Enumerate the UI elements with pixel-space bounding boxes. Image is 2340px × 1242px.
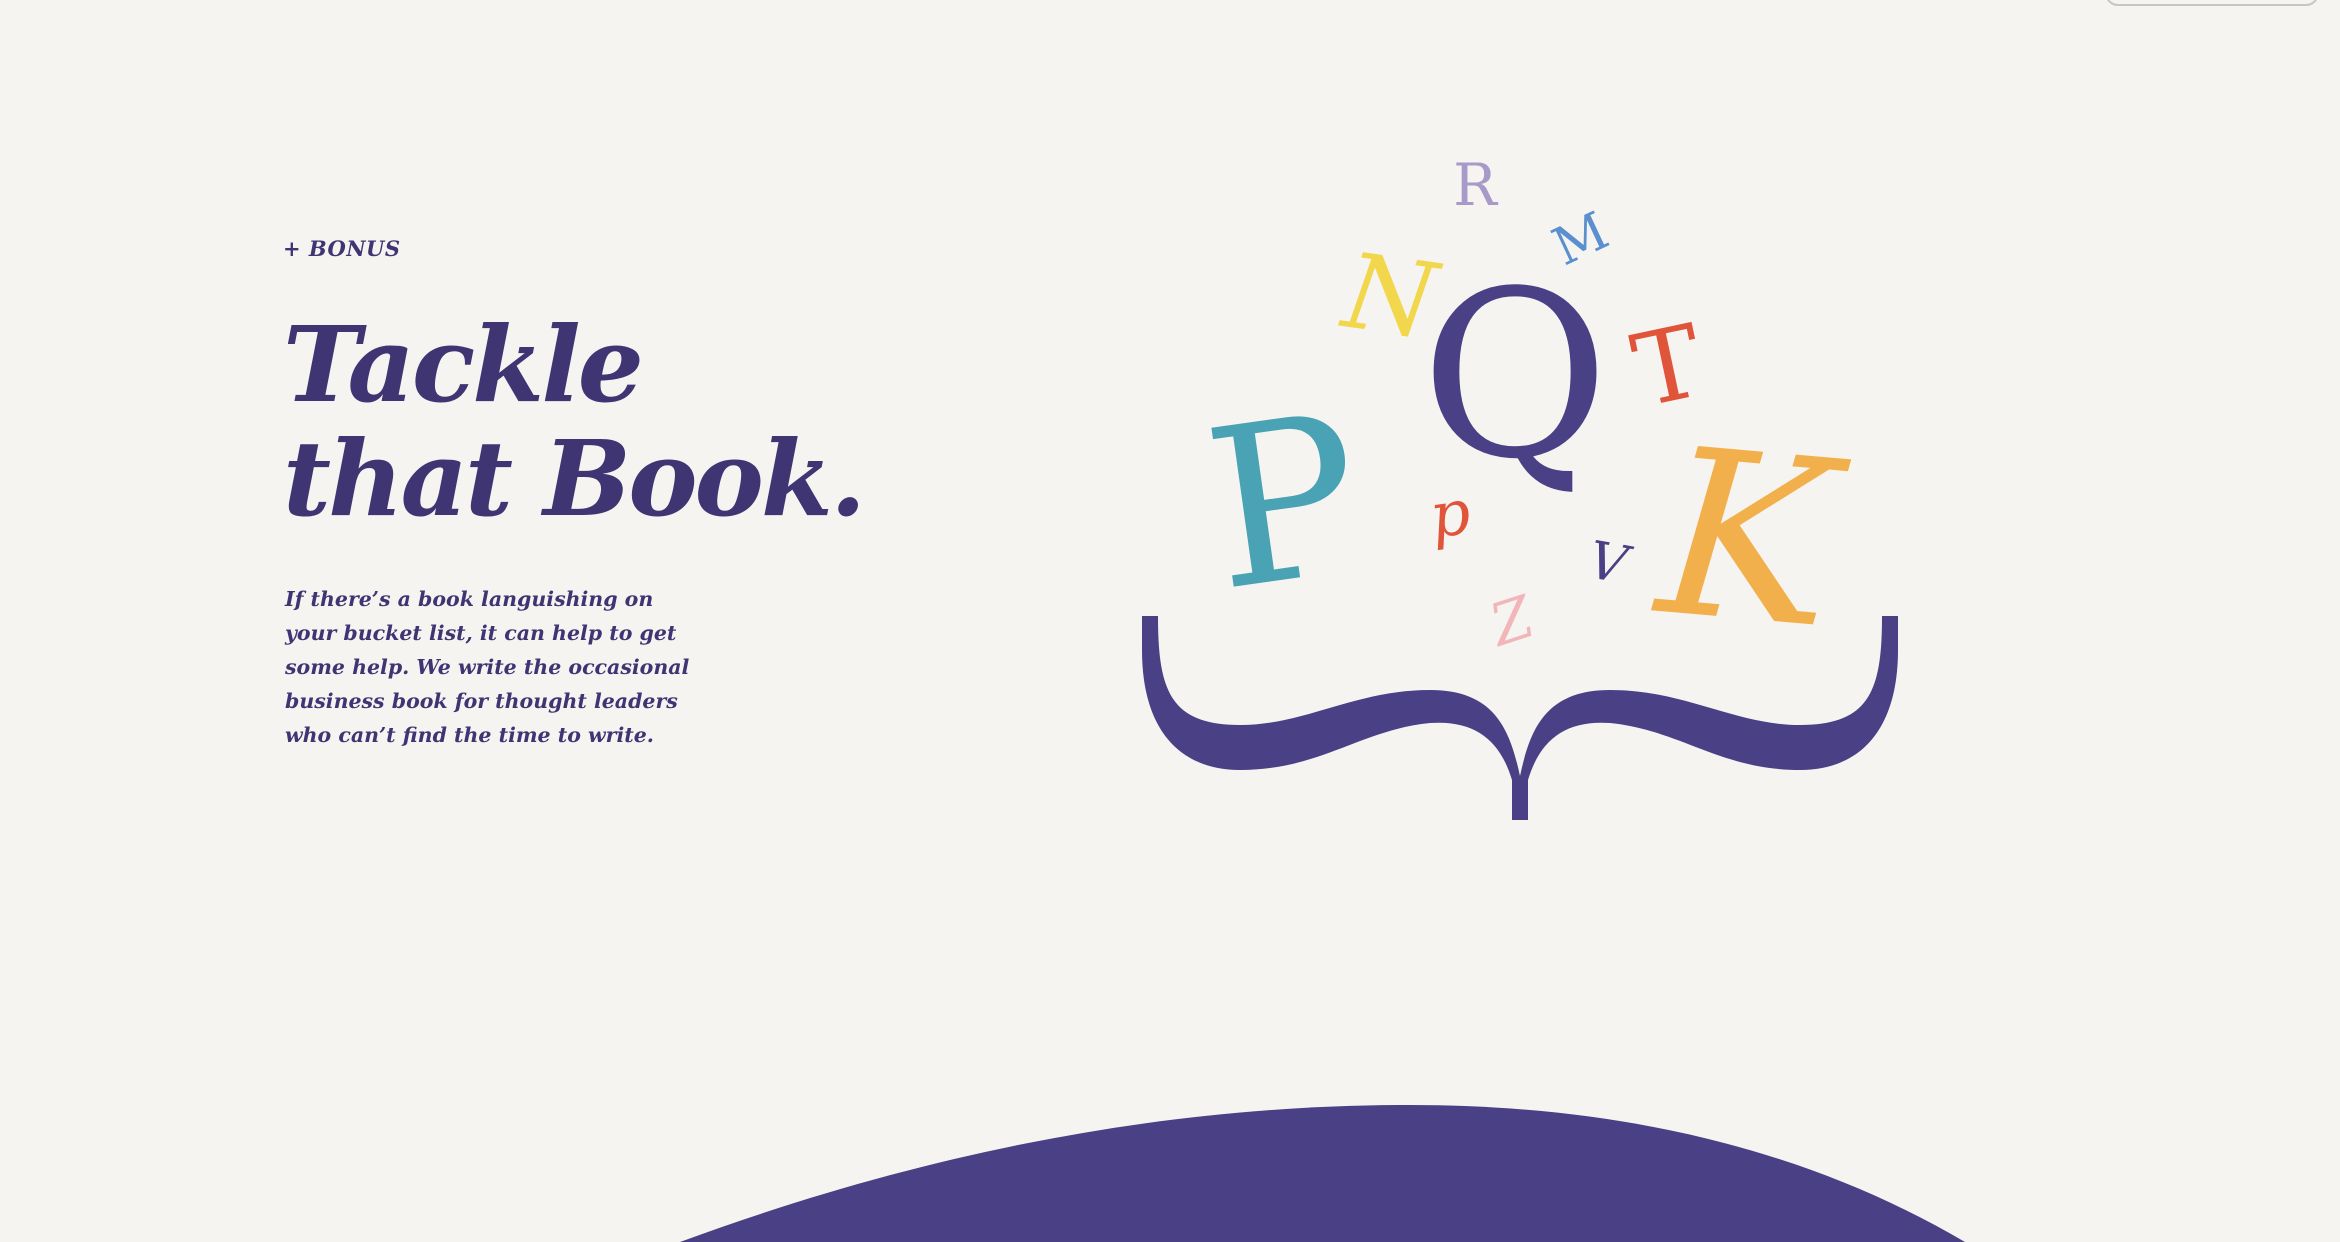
bonus-eyebrow: + BONUS — [283, 236, 401, 261]
letter-z: Z — [1480, 582, 1543, 660]
hero-headline: Tackle that Book. — [283, 303, 866, 540]
letter-q: Q — [1421, 243, 1610, 510]
letter-p-large: P — [1193, 366, 1375, 640]
top-nav-pill[interactable] — [2105, 0, 2319, 6]
letter-v: V — [1584, 530, 1636, 596]
letter-k: K — [1646, 399, 1856, 681]
bottom-wave-shape — [680, 1105, 1965, 1242]
book-letters-illustration: R M N Q T P p K V Z — [1142, 151, 1898, 820]
hero-body-text: If there’s a book languishing on your bu… — [285, 587, 690, 747]
letter-r: R — [1453, 151, 1499, 219]
headline-line-1: Tackle — [283, 303, 644, 426]
headline-line-2: that Book. — [283, 417, 866, 540]
